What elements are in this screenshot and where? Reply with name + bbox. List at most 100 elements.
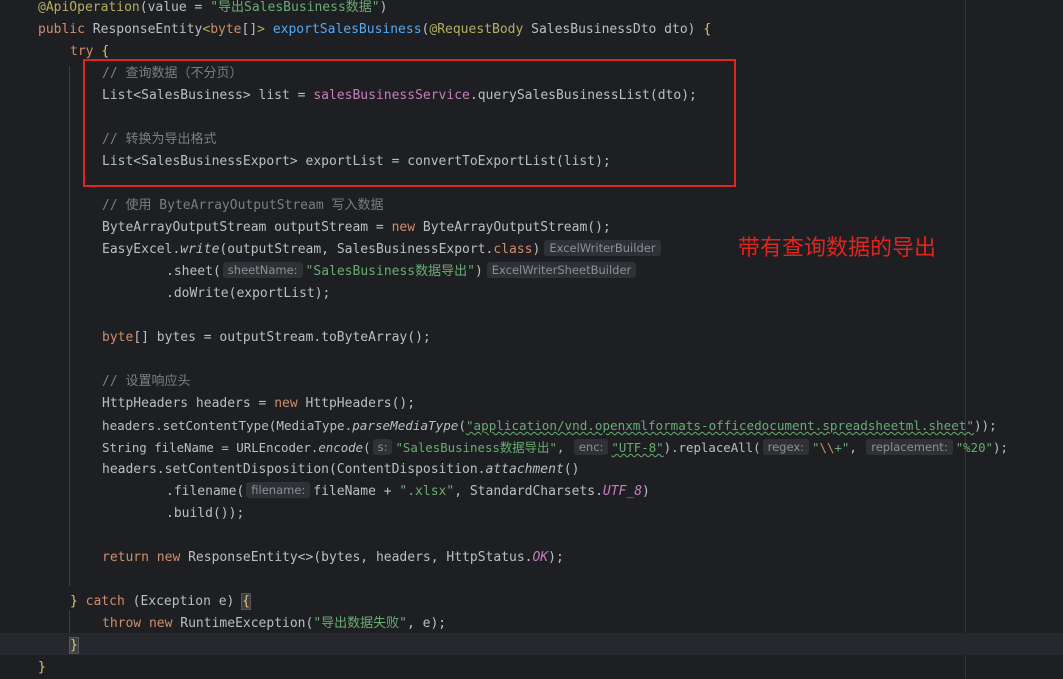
code-token: (): [563, 462, 580, 477]
brace-token: }: [70, 594, 78, 609]
code-token: (: [458, 418, 466, 433]
code-token: headers.setContentDisposition(ContentDis…: [102, 462, 486, 477]
code-token: ));: [973, 418, 997, 433]
code-line-22[interactable]: headers.setContentDisposition(ContentDis…: [102, 459, 579, 481]
keyword-token: new: [156, 550, 181, 565]
keyword-token: byte: [210, 22, 242, 37]
code-token: HttpHeaders headers =: [102, 396, 275, 411]
code-token: ): [474, 264, 483, 279]
code-token: ResponseEntity<>(bytes, headers, HttpSta…: [180, 550, 533, 565]
annotation-token: @ApiOperation: [38, 0, 140, 15]
code-line-26[interactable]: return new ResponseEntity<>(bytes, heade…: [102, 547, 564, 569]
code-token: (Exception e): [124, 594, 243, 609]
code-line-29[interactable]: throw new RuntimeException("导出数据失败", e);: [102, 613, 446, 635]
code-line-23[interactable]: .filename(filename: fileName + ".xlsx", S…: [166, 481, 650, 503]
keyword-token: try: [70, 44, 94, 59]
code-token: ): [379, 0, 388, 15]
escape-sequence-token: \\: [819, 440, 835, 455]
code-line-24[interactable]: .build());: [166, 503, 244, 525]
code-line-28[interactable]: } catch (Exception e) {: [70, 591, 252, 613]
code-token: ): [532, 242, 541, 257]
static-method-token: encode: [318, 440, 364, 455]
code-token: .filename(: [166, 484, 245, 499]
code-line-13[interactable]: .sheet(sheetName: "SalesBusiness数据导出") Exc…: [166, 261, 639, 283]
code-token: (: [363, 440, 371, 455]
static-method-token: parseMediaType: [352, 418, 459, 433]
code-token: [] bytes = outputStream.toByteArray();: [133, 330, 431, 345]
right-margin-guide: [965, 0, 966, 679]
keyword-token: public: [38, 22, 85, 37]
static-method-token: write: [180, 242, 220, 257]
annotation-note: 带有查询数据的导出: [738, 236, 937, 261]
code-token: EasyExcel.: [102, 242, 181, 257]
red-highlight-box: [83, 59, 736, 187]
string-token: "UTF-8": [611, 440, 664, 455]
parameter-hint: sheetName:: [222, 262, 303, 278]
type-inlay-hint: ExcelWriterSheetBuilder: [486, 262, 637, 278]
parameter-hint: replacement:: [866, 439, 953, 455]
code-editor[interactable]: @ApiOperation(value = "导出SalesBusiness数据…: [0, 0, 1063, 679]
keyword-token: new: [148, 616, 173, 631]
code-token: ByteArrayOutputStream();: [415, 220, 611, 235]
matched-brace-token: {: [241, 593, 252, 610]
code-line-12[interactable]: EasyExcel.write(outputStream, SalesBusin…: [102, 239, 664, 261]
annotation-token: @RequestBody: [429, 22, 524, 37]
code-token: ResponseEntity: [84, 22, 203, 37]
code-token: ,: [849, 440, 865, 455]
comment-token: // 设置响应头: [102, 374, 191, 389]
keyword-token: byte: [102, 330, 134, 345]
keyword-token: catch: [85, 594, 125, 609]
matched-brace-token: }: [69, 637, 79, 654]
constant-token: UTF_8: [602, 484, 643, 499]
code-line-21[interactable]: String fileName = URLEncoder.encode(s: "S…: [102, 437, 1008, 459]
current-line-highlight: [0, 633, 1063, 655]
code-token: fileName +: [313, 484, 400, 499]
code-line-1[interactable]: @ApiOperation(value = "导出SalesBusiness数据…: [38, 0, 387, 19]
parameter-hint: enc:: [573, 439, 609, 455]
code-line-10[interactable]: // 使用 ByteArrayOutputStream 写入数据: [102, 195, 384, 217]
code-token: .sheet(: [166, 264, 221, 279]
method-name-token: exportSalesBusiness: [272, 22, 422, 37]
code-token: HttpHeaders();: [297, 396, 416, 411]
code-line-2[interactable]: public ResponseEntity<byte[]> exportSale…: [38, 19, 711, 41]
type-inlay-hint: ExcelWriterBuilder: [544, 240, 661, 256]
code-line-11[interactable]: ByteArrayOutputStream outputStream = new…: [102, 217, 611, 239]
code-token: ).replaceAll(: [663, 440, 761, 455]
code-line-18[interactable]: // 设置响应头: [102, 371, 190, 393]
keyword-token: new: [274, 396, 298, 411]
generic-bracket-token: >: [257, 22, 265, 37]
brace-token: {: [703, 22, 712, 37]
string-token: "SalesBusiness数据导出": [305, 264, 475, 279]
code-token: (outputStream, SalesBusinessExport.: [219, 242, 494, 257]
string-token: "application/vnd.openxmlformats-officedo…: [465, 418, 974, 433]
code-token: (value =: [139, 0, 211, 15]
keyword-token: return: [102, 550, 149, 565]
string-token: "%20": [955, 440, 994, 455]
code-token: );: [548, 550, 564, 565]
code-token: ByteArrayOutputStream outputStream =: [102, 220, 392, 235]
code-token: , StandardCharsets.: [454, 484, 603, 499]
string-token: "SalesBusiness数据导出": [395, 440, 557, 455]
code-line-20[interactable]: headers.setContentType(MediaType.parseMe…: [102, 415, 997, 437]
brace-token: {: [101, 44, 110, 59]
static-method-token: attachment: [485, 462, 564, 477]
code-line-16[interactable]: byte[] bytes = outputStream.toByteArray(…: [102, 327, 431, 349]
code-line-30[interactable]: }: [69, 635, 79, 657]
keyword-token: new: [391, 220, 416, 235]
code-line-14[interactable]: .doWrite(exportList);: [166, 283, 330, 305]
parameter-hint: filename:: [246, 482, 311, 498]
string-token: "导出SalesBusiness数据": [210, 0, 380, 15]
constant-token: OK: [532, 550, 549, 565]
code-line-19[interactable]: HttpHeaders headers = new HttpHeaders();: [102, 393, 415, 415]
code-token: String fileName = URLEncoder.: [102, 440, 319, 455]
code-token: headers.setContentType(MediaType.: [102, 418, 353, 433]
code-line-31[interactable]: }: [38, 657, 46, 679]
parameter-hint: regex:: [762, 439, 810, 455]
keyword-token: class: [493, 242, 533, 257]
brace-token: }: [38, 660, 46, 675]
code-token: []: [241, 22, 258, 37]
string-token: "导出数据失败": [313, 616, 407, 631]
